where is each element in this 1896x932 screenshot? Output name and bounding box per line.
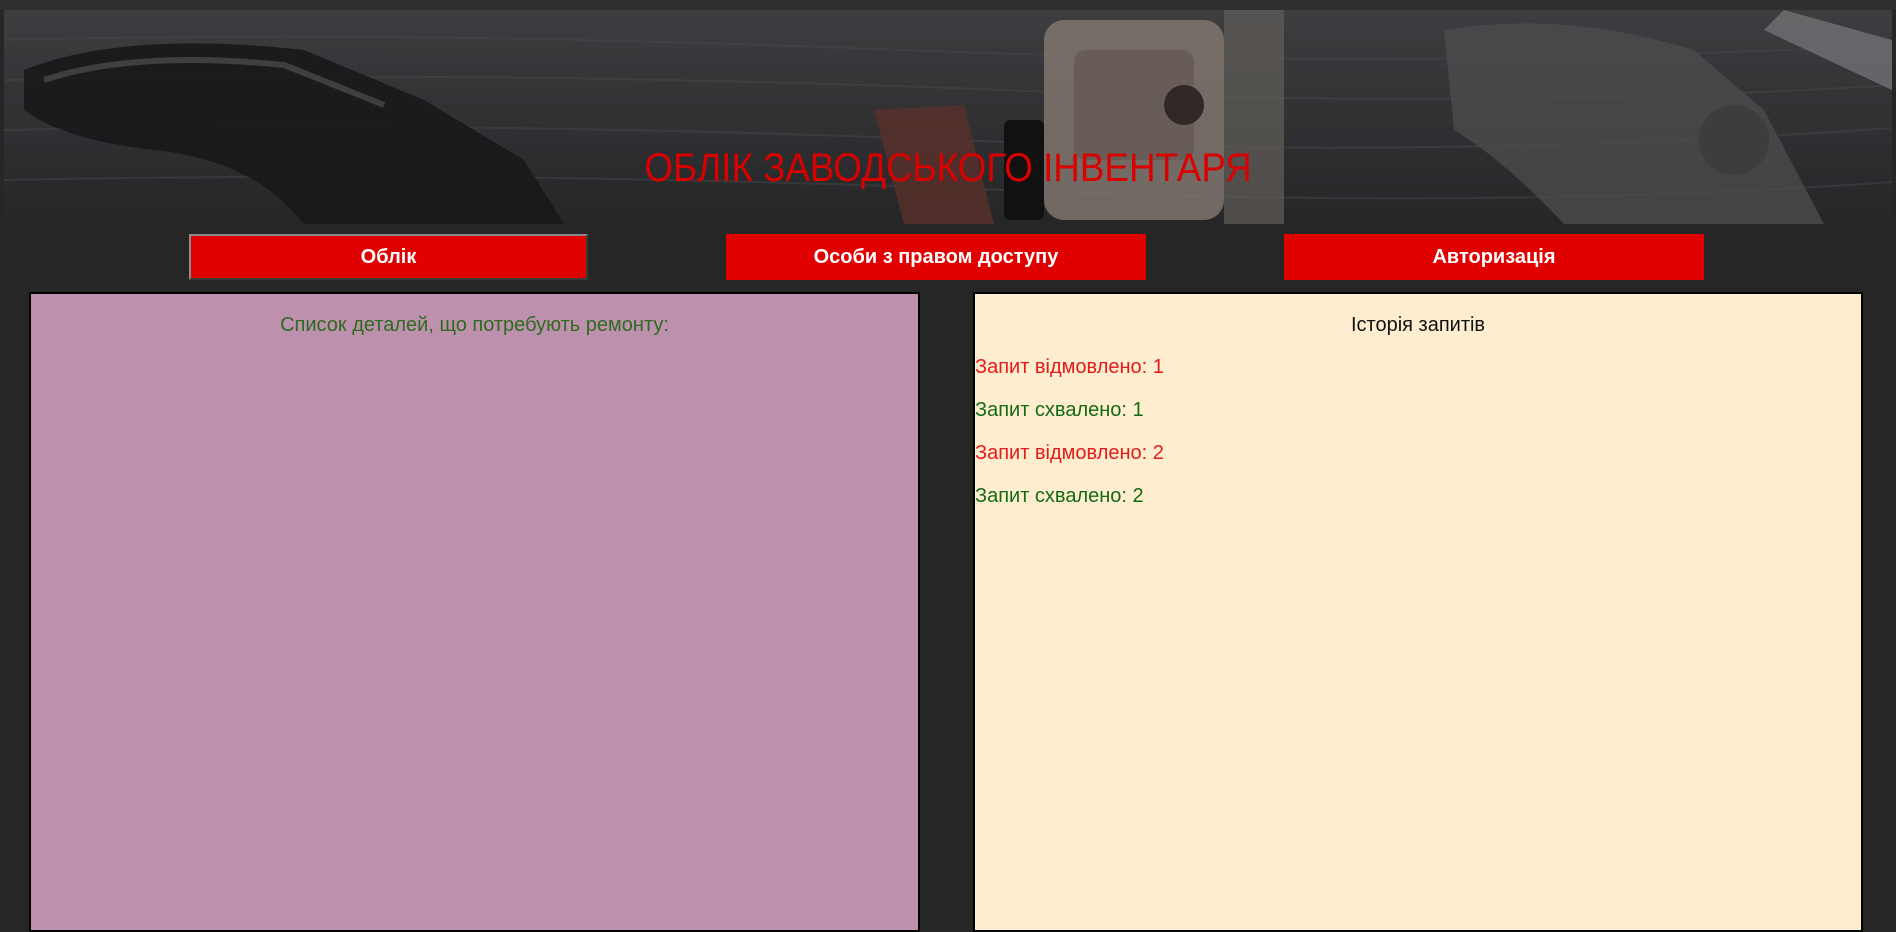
repair-parts-title: Список деталей, що потребують ремонту:	[280, 314, 669, 336]
request-history-list: Запит відмовлено: 1 Запит схвалено: 1 За…	[975, 357, 1861, 529]
top-strip	[0, 0, 1896, 10]
nav-button-authorization[interactable]: Авторизація	[1284, 234, 1704, 280]
nav-button-oblik[interactable]: Облік	[189, 234, 588, 280]
history-item-rejected: Запит відмовлено: 2	[975, 442, 1164, 464]
history-item-approved: Запит схвалено: 1	[975, 399, 1144, 421]
history-item-approved: Запит схвалено: 2	[975, 485, 1144, 507]
header-banner: ОБЛІК ЗАВОДСЬКОГО ІНВЕНТАРЯ	[4, 10, 1892, 224]
history-item-rejected: Запит відмовлено: 1	[975, 356, 1164, 378]
tools-background-image	[4, 10, 1892, 224]
nav-button-access-persons[interactable]: Особи з правом доступу	[726, 234, 1146, 280]
page-title: ОБЛІК ЗАВОДСЬКОГО ІНВЕНТАРЯ	[644, 146, 1252, 190]
request-history-panel: Історія запитів Запит відмовлено: 1 Запи…	[973, 292, 1863, 932]
repair-parts-panel: Список деталей, що потребують ремонту:	[29, 292, 920, 932]
request-history-title: Історія запитів	[1350, 314, 1486, 336]
